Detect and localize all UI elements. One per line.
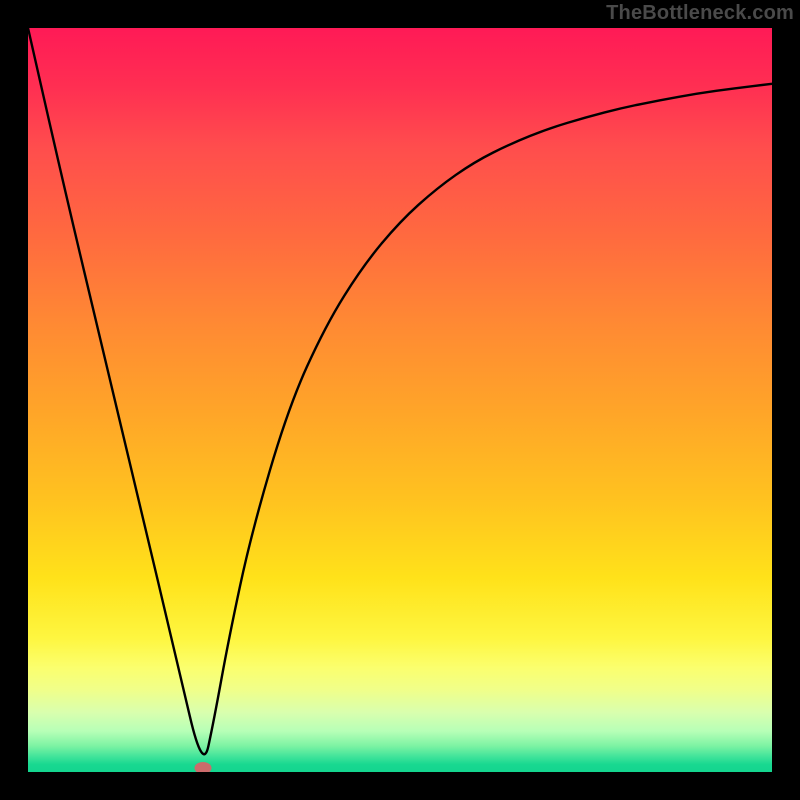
background-gradient [28, 28, 772, 772]
chart-frame: TheBottleneck.com [0, 0, 800, 800]
watermark-text: TheBottleneck.com [606, 2, 794, 25]
minimum-marker [194, 762, 211, 772]
plot-area [28, 28, 772, 772]
